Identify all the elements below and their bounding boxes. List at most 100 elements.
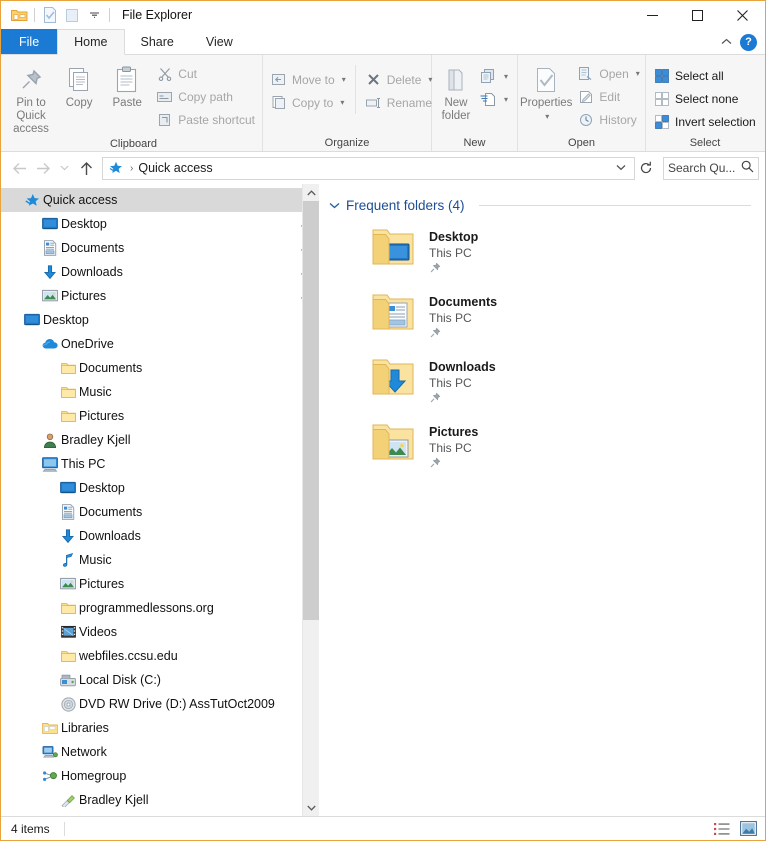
scroll-up-button[interactable]	[303, 184, 320, 201]
desktop-icon	[21, 313, 43, 327]
tab-file[interactable]: File	[1, 29, 57, 54]
easy-access-button[interactable]: ▾	[478, 88, 510, 111]
recent-locations-button[interactable]	[55, 156, 74, 180]
nav-item-network[interactable]: Network	[1, 740, 319, 764]
folder-icon[interactable]	[8, 5, 30, 25]
history-label: History	[599, 113, 636, 127]
new-item-button[interactable]: ▾	[478, 65, 510, 88]
minimize-button[interactable]	[630, 1, 675, 29]
search-input[interactable]: Search Qu...	[663, 157, 759, 180]
new-folder-icon[interactable]	[61, 5, 83, 25]
pin-icon[interactable]	[429, 262, 478, 277]
copy-path-button[interactable]: Copy path	[151, 85, 260, 108]
tab-home[interactable]: Home	[57, 29, 124, 55]
select-none-button[interactable]: Select none	[648, 87, 761, 110]
open-button[interactable]: Open ▾	[572, 62, 644, 85]
cut-button[interactable]: Cut	[151, 62, 260, 85]
frequent-folder-tile[interactable]: DownloadsThis PC	[329, 349, 765, 414]
nav-item-onedrive[interactable]: OneDrive	[1, 332, 319, 356]
select-all-button[interactable]: Select all	[648, 64, 761, 87]
nav-item-documents[interactable]: Documents	[1, 236, 319, 260]
ribbon-group-select-label: Select	[648, 134, 762, 151]
pin-to-quick-access-button[interactable]: Pin to Quick access	[7, 59, 55, 136]
properties-button[interactable]: Properties ▾	[520, 59, 572, 123]
nav-item-local-disk-c[interactable]: Local Disk (C:)	[1, 668, 319, 692]
nav-item-libraries[interactable]: Libraries	[1, 716, 319, 740]
delete-button[interactable]: Delete ▾	[360, 68, 438, 91]
properties-icon[interactable]	[39, 5, 61, 25]
nav-item-programmedlessons-org[interactable]: programmedlessons.org	[1, 596, 319, 620]
nav-item-webfiles-ccsu-edu[interactable]: webfiles.ccsu.edu	[1, 644, 319, 668]
nav-item-desktop[interactable]: Desktop	[1, 212, 319, 236]
maximize-button[interactable]	[675, 1, 720, 29]
nav-item-desktop[interactable]: Desktop	[1, 476, 319, 500]
search-icon[interactable]	[741, 160, 754, 176]
history-button[interactable]: History	[572, 108, 644, 131]
nav-item-bradley-kjell[interactable]: Bradley Kjell	[1, 428, 319, 452]
scroll-down-button[interactable]	[303, 799, 320, 816]
nav-item-videos[interactable]: Videos	[1, 620, 319, 644]
tab-share[interactable]: Share	[125, 29, 190, 54]
nav-item-desktop[interactable]: Desktop	[1, 308, 319, 332]
nav-item-bradley-kjell[interactable]: Bradley Kjell	[1, 788, 319, 812]
scrollbar-thumb[interactable]	[303, 201, 320, 620]
nav-item-music[interactable]: Music	[1, 380, 319, 404]
nav-item-dvd-rw-drive-d-asstutoct2009[interactable]: DVD RW Drive (D:) AssTutOct2009	[1, 692, 319, 716]
frequent-folder-tile[interactable]: DesktopThis PC	[329, 219, 765, 284]
up-button[interactable]	[74, 156, 98, 180]
help-button[interactable]: ?	[740, 34, 757, 51]
nav-item-documents[interactable]: Documents	[1, 356, 319, 380]
nav-item-pictures[interactable]: Pictures	[1, 572, 319, 596]
frequent-folder-tile[interactable]: PicturesThis PC	[329, 414, 765, 479]
pin-icon[interactable]	[429, 327, 497, 342]
pin-icon[interactable]	[429, 457, 478, 472]
nav-item-music[interactable]: Music	[1, 548, 319, 572]
tab-view[interactable]: View	[190, 29, 249, 54]
back-button[interactable]	[7, 156, 31, 180]
nav-item-homegroup[interactable]: Homegroup	[1, 764, 319, 788]
new-folder-button[interactable]: New folder	[434, 59, 478, 123]
chevron-down-icon[interactable]	[612, 163, 630, 174]
paste-shortcut-button[interactable]: Paste shortcut	[151, 108, 260, 131]
nav-item-downloads[interactable]: Downloads	[1, 260, 319, 284]
chevron-down-icon[interactable]: ▾	[545, 110, 549, 123]
chevron-up-icon[interactable]	[721, 37, 732, 48]
scrollbar-track[interactable]	[303, 201, 320, 799]
tile-text: DownloadsThis PC	[429, 356, 496, 407]
rename-button[interactable]: Rename	[360, 91, 438, 114]
frequent-folders-header[interactable]: Frequent folders (4)	[329, 198, 765, 213]
nav-item-quick-access[interactable]: Quick access	[1, 188, 319, 212]
chevron-down-icon[interactable]	[83, 5, 105, 25]
nav-item-pictures[interactable]: Pictures	[1, 404, 319, 428]
chevron-down-icon[interactable]: ▾	[504, 95, 508, 104]
invert-selection-button[interactable]: Invert selection	[648, 110, 761, 133]
title-bar: File Explorer	[1, 1, 765, 29]
details-view-button[interactable]	[711, 819, 733, 839]
move-to-button[interactable]: Move to ▾	[265, 68, 351, 91]
chevron-down-icon[interactable]: ▾	[636, 69, 640, 78]
copy-to-button[interactable]: Copy to ▾	[265, 91, 351, 114]
edit-button[interactable]: Edit	[572, 85, 644, 108]
section-title: Frequent folders (4)	[346, 198, 465, 213]
refresh-button[interactable]	[635, 157, 657, 180]
nav-item-documents[interactable]: Documents	[1, 500, 319, 524]
chevron-down-icon[interactable]: ▾	[504, 72, 508, 81]
frequent-folder-tile[interactable]: DocumentsThis PC	[329, 284, 765, 349]
chevron-down-icon[interactable]: ▾	[340, 98, 344, 107]
large-icons-view-button[interactable]	[737, 819, 759, 839]
forward-button[interactable]	[31, 156, 55, 180]
close-button[interactable]	[720, 1, 765, 29]
navigation-scrollbar[interactable]	[302, 184, 319, 816]
breadcrumb-path[interactable]: Quick access	[138, 161, 212, 175]
nav-item-this-pc[interactable]: This PC	[1, 452, 319, 476]
address-input[interactable]: › Quick access	[102, 157, 635, 180]
nav-item-downloads[interactable]: Downloads	[1, 524, 319, 548]
chevron-down-icon[interactable]	[329, 200, 340, 212]
pin-icon	[18, 63, 44, 97]
chevron-down-icon[interactable]: ▾	[342, 75, 346, 84]
select-small-buttons: Select all Select none	[648, 59, 761, 133]
nav-item-pictures[interactable]: Pictures	[1, 284, 319, 308]
paste-button[interactable]: Paste	[103, 59, 151, 110]
copy-button[interactable]: Copy	[55, 59, 103, 110]
pin-icon[interactable]	[429, 392, 496, 407]
